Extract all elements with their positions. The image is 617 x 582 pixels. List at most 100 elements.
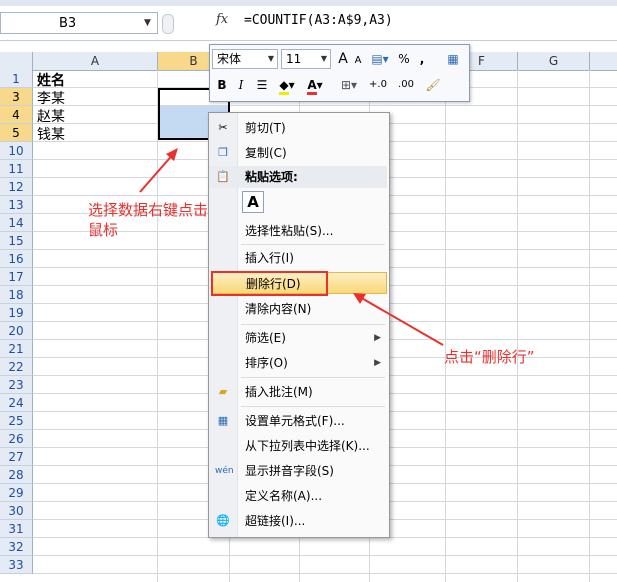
menu-item-label: 显示拼音字段(S) <box>245 464 334 478</box>
menu-item-label: 排序(O) <box>245 356 288 370</box>
cell-a5[interactable]: 钱某 <box>37 124 65 144</box>
menu-header-paste-options: 📋 粘贴选项: <box>209 166 387 188</box>
row-header-1[interactable]: 1 <box>0 70 33 88</box>
formula-bar-splitter[interactable] <box>162 14 174 34</box>
menu-item-insert-comment[interactable]: ▰ 插入批注(M) <box>209 381 389 403</box>
menu-item-insert-row[interactable]: 插入行(I) <box>209 247 389 269</box>
cell-a4[interactable]: 赵某 <box>37 106 65 126</box>
menu-item-clear-contents[interactable]: 清除内容(N) <box>209 298 389 320</box>
menu-separator <box>241 324 385 325</box>
row-header-30[interactable]: 30 <box>0 502 33 520</box>
menu-item-hyperlink[interactable]: 🌐 超链接(I)... <box>209 510 389 532</box>
row-header-14[interactable]: 14 <box>0 214 33 232</box>
row-header-33[interactable]: 33 <box>0 556 33 574</box>
phonetic-icon: wén <box>215 466 234 476</box>
menu-item-label: 复制(C) <box>245 146 287 160</box>
row-header-27[interactable]: 27 <box>0 448 33 466</box>
menu-item-label: 剪切(T) <box>245 121 286 135</box>
menu-item-sort[interactable]: 排序(O) ▶ <box>209 352 389 374</box>
chevron-down-icon[interactable]: ▼ <box>144 18 151 28</box>
formula-input[interactable]: =COUNTIF(A3:A$9,A3) <box>244 13 393 28</box>
row-header-25[interactable]: 25 <box>0 412 33 430</box>
fill-color-icon[interactable]: ◆▾ <box>276 75 298 95</box>
row-header-18[interactable]: 18 <box>0 286 33 304</box>
menu-item-format-cells[interactable]: ▦ 设置单元格式(F)... <box>209 410 389 432</box>
menu-item-label: 设置单元格式(F)... <box>245 414 345 428</box>
row-header-32[interactable]: 32 <box>0 538 33 556</box>
menu-item-copy[interactable]: ❐ 复制(C) <box>209 142 389 164</box>
menu-item-cut[interactable]: ✂ 剪切(T) <box>209 117 389 139</box>
paste-keep-text-button[interactable]: A <box>242 191 264 213</box>
shrink-font-button[interactable]: A <box>351 51 365 71</box>
font-name-value: 宋体 <box>217 52 242 66</box>
select-all-corner[interactable] <box>0 52 33 70</box>
italic-button[interactable]: I <box>234 75 248 95</box>
row-header-12[interactable]: 12 <box>0 178 33 196</box>
accounting-format-icon[interactable]: ▤▾ <box>368 49 392 69</box>
decrease-decimal-button[interactable]: .00 <box>394 75 418 95</box>
grid-row-line <box>33 105 617 106</box>
row-header-31[interactable]: 31 <box>0 520 33 538</box>
row-header-10[interactable]: 10 <box>0 142 33 160</box>
name-box-value: B3 <box>59 16 77 31</box>
font-name-select[interactable]: 宋体 ▼ <box>212 49 278 69</box>
menu-item-label: 筛选(E) <box>245 331 286 345</box>
menu-item-paste-special[interactable]: 选择性粘贴(S)... <box>209 220 389 242</box>
row-header-26[interactable]: 26 <box>0 430 33 448</box>
annotation-select-note: 选择数据右键点击 鼠标 <box>88 200 208 240</box>
percent-button[interactable]: % <box>396 49 412 69</box>
column-header-a[interactable]: A <box>33 52 158 70</box>
row-header-28[interactable]: 28 <box>0 466 33 484</box>
borders-icon[interactable]: ⊞▾ <box>338 75 360 95</box>
row-header-4[interactable]: 4 <box>0 106 33 124</box>
row-header-24[interactable]: 24 <box>0 394 33 412</box>
comma-style-button[interactable]: , <box>416 49 428 69</box>
menu-item-pick-from-list[interactable]: 从下拉列表中选择(K)... <box>209 435 389 457</box>
row-header-15[interactable]: 15 <box>0 232 33 250</box>
insert-function-icon[interactable]: fx <box>216 12 228 27</box>
row-header-17[interactable]: 17 <box>0 268 33 286</box>
grid-row-line <box>33 573 617 574</box>
menu-item-label: 插入批注(M) <box>245 385 313 399</box>
scissors-icon: ✂ <box>218 121 228 134</box>
increase-decimal-button[interactable]: +.0 <box>366 75 390 95</box>
menu-item-label: 选择性粘贴(S)... <box>245 224 334 238</box>
format-painter-icon[interactable]: 🖌 <box>424 75 442 95</box>
menu-item-label: 超链接(I)... <box>245 514 306 528</box>
row-header-20[interactable]: 20 <box>0 322 33 340</box>
annotation-highlight-box <box>211 271 328 296</box>
grid-column-line <box>517 70 518 582</box>
row-header-16[interactable]: 16 <box>0 250 33 268</box>
comment-icon: ▰ <box>218 385 228 398</box>
align-center-icon[interactable]: ☰ <box>254 75 270 95</box>
font-size-select[interactable]: 11 ▼ <box>281 49 331 69</box>
menu-item-filter[interactable]: 筛选(E) ▶ <box>209 327 389 349</box>
menu-separator <box>241 244 385 245</box>
row-header-5[interactable]: 5 <box>0 124 33 142</box>
annotation-click-note: 点击“删除行” <box>444 348 535 366</box>
menu-item-define-name[interactable]: 定义名称(A)... <box>209 485 389 507</box>
clipboard-icon: 📋 <box>216 170 230 183</box>
menu-item-label: 插入行(I) <box>245 251 294 265</box>
column-header-g[interactable]: G <box>518 52 590 70</box>
menu-item-label: 清除内容(N) <box>245 302 312 316</box>
format-painter-table-icon[interactable]: ▦ <box>444 49 462 69</box>
grow-font-button[interactable]: A <box>335 49 351 69</box>
grid-column-line <box>589 70 590 582</box>
cell-a1[interactable]: 姓名 <box>37 70 65 90</box>
name-box[interactable]: B3 ▼ <box>0 12 158 34</box>
row-header-23[interactable]: 23 <box>0 376 33 394</box>
row-header-29[interactable]: 29 <box>0 484 33 502</box>
row-header-11[interactable]: 11 <box>0 160 33 178</box>
cell-a3[interactable]: 李某 <box>37 88 65 108</box>
row-header-21[interactable]: 21 <box>0 340 33 358</box>
copy-icon: ❐ <box>218 146 228 159</box>
font-color-icon[interactable]: A▾ <box>304 75 326 95</box>
row-header-19[interactable]: 19 <box>0 304 33 322</box>
row-header-22[interactable]: 22 <box>0 358 33 376</box>
menu-item-show-phonetic[interactable]: wén 显示拼音字段(S) <box>209 460 389 482</box>
row-header-3[interactable]: 3 <box>0 88 33 106</box>
submenu-arrow-icon: ▶ <box>374 333 381 343</box>
row-header-13[interactable]: 13 <box>0 196 33 214</box>
bold-button[interactable]: B <box>214 75 230 95</box>
